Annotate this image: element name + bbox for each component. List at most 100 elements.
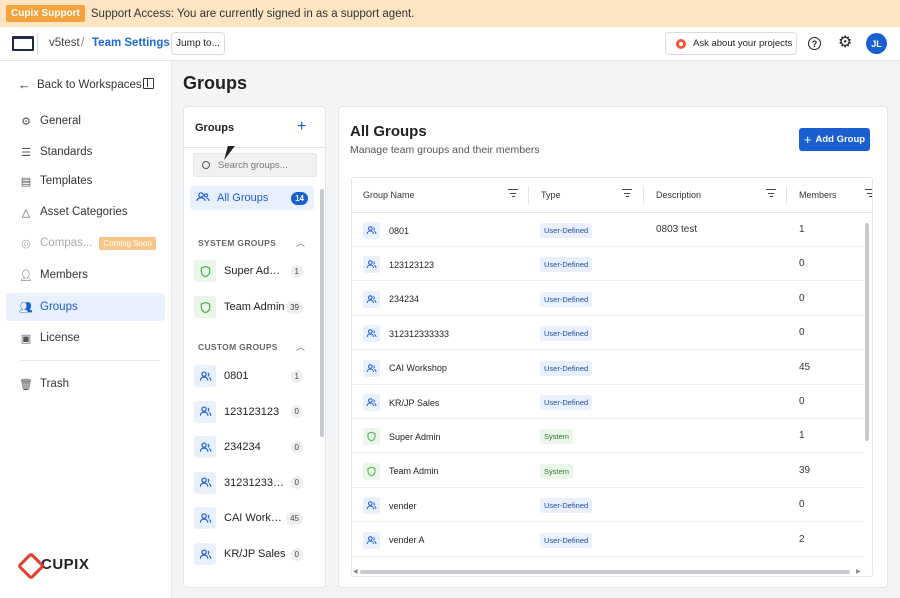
column-header-group-name[interactable]: Group Name xyxy=(363,190,415,200)
sidebar-item-asset-categories[interactable]: △ Asset Categories xyxy=(6,198,165,226)
group-name: vender A xyxy=(389,535,425,546)
help-icon[interactable]: ? xyxy=(808,37,821,50)
table-row[interactable]: 0801 User-Defined 0803 test 1 xyxy=(352,213,864,247)
add-group-plus-icon[interactable]: + xyxy=(297,118,306,136)
members-cell: 1 xyxy=(799,430,805,442)
members-cell: 0 xyxy=(799,327,805,339)
sidebar-item-general[interactable]: ⚙ General xyxy=(6,107,165,135)
chevron-up-icon[interactable]: ︿ xyxy=(296,340,305,353)
group-list-item[interactable]: Team Admin 39 xyxy=(194,294,309,320)
filter-icon[interactable] xyxy=(865,189,872,198)
group-list-item[interactable]: 312312333333 0 xyxy=(194,470,309,496)
group-name: KR/JP Sales xyxy=(389,397,440,408)
group-member-count: 39 xyxy=(286,300,303,314)
users-icon xyxy=(363,497,380,515)
cupix-mark-icon xyxy=(20,555,38,573)
divider xyxy=(184,147,325,148)
group-list-item[interactable]: KR/JP Sales 0 xyxy=(194,541,309,567)
card-subtitle: Manage team groups and their members xyxy=(350,144,540,156)
sidebar-item-templates[interactable]: ▤ Templates xyxy=(6,167,165,195)
sidebar-item-label: Compas... xyxy=(40,237,93,249)
group-search-box[interactable] xyxy=(193,153,317,177)
table-header: Group Name Type Description Members xyxy=(352,178,872,213)
breadcrumb-workspace[interactable]: v5test xyxy=(49,37,80,49)
column-header-type[interactable]: Type xyxy=(541,190,561,200)
group-list-item[interactable]: 0801 1 xyxy=(194,363,309,389)
group-list-item[interactable]: Super Admin 1 xyxy=(194,258,309,284)
column-divider[interactable] xyxy=(643,186,644,205)
column-divider[interactable] xyxy=(528,186,529,205)
group-member-count: 1 xyxy=(290,264,303,278)
users-icon xyxy=(363,394,380,411)
jump-to-button[interactable]: Jump to... xyxy=(171,32,225,55)
table-row[interactable]: Super Admin System 1 xyxy=(352,419,864,454)
column-header-members[interactable]: Members xyxy=(799,190,837,200)
settings-gear-icon[interactable]: ⚙ xyxy=(838,35,852,51)
back-to-workspaces-link[interactable]: ← Back to Workspaces xyxy=(18,77,142,92)
table-row[interactable]: Team Admin System 39 xyxy=(352,454,864,488)
table-row[interactable]: 312312333333 User-Defined 0 xyxy=(352,316,864,351)
group-name: 123123123 xyxy=(389,259,435,270)
avatar[interactable]: JL xyxy=(866,33,887,54)
back-label: Back to Workspaces xyxy=(37,78,142,91)
column-header-description[interactable]: Description xyxy=(656,190,701,200)
users-icon xyxy=(363,531,380,549)
type-badge: System xyxy=(540,429,574,445)
sidebar-item-standards[interactable]: ☰ Standards xyxy=(6,138,165,166)
sidebar-item-members[interactable]: 👤︎ Members xyxy=(6,261,165,289)
table-row[interactable]: vender A User-Defined 2 xyxy=(352,523,864,557)
members-cell: 0 xyxy=(799,258,805,270)
sliders-icon: ☰ xyxy=(21,146,31,159)
app-logo-icon[interactable] xyxy=(12,36,34,51)
groups-scrollbar[interactable] xyxy=(320,189,324,437)
users-icon xyxy=(363,325,380,343)
filter-icon[interactable] xyxy=(766,189,776,198)
group-list-item[interactable]: CAI Workshop45 xyxy=(194,505,309,531)
sidebar-item-trash[interactable]: 🗑︎ Trash xyxy=(6,370,165,398)
sidebar-item-compass: ◎ Compas... Coming Soon xyxy=(6,229,165,257)
group-name: KR/JP Sales xyxy=(224,548,286,560)
users-icon xyxy=(194,436,216,459)
group-list-item[interactable]: 234234 0 xyxy=(194,434,309,460)
filter-icon[interactable] xyxy=(508,189,518,198)
filter-icon[interactable] xyxy=(622,189,632,198)
table-vertical-scrollbar[interactable] xyxy=(865,223,869,441)
add-group-button[interactable]: + Add Group xyxy=(799,128,870,151)
table-row[interactable]: KR/JP Sales User-Defined 0 xyxy=(352,385,864,419)
collapse-sidebar-icon[interactable] xyxy=(143,78,154,89)
scroll-left-icon[interactable]: ◀ xyxy=(353,568,358,575)
table-row[interactable]: 123123123 User-Defined 0 xyxy=(352,247,864,282)
table-row[interactable]: 234234 User-Defined 0 xyxy=(352,282,864,316)
group-member-count: 1 xyxy=(290,369,303,383)
group-list-item[interactable]: 123123123 0 xyxy=(194,399,309,425)
group-name-cell: vender A xyxy=(363,531,425,549)
coming-soon-badge: Coming Soon xyxy=(99,236,156,250)
group-member-count: 0 xyxy=(290,547,303,561)
users-icon xyxy=(194,543,216,565)
all-groups-count: 14 xyxy=(291,192,308,205)
arrow-left-icon: ← xyxy=(18,77,31,92)
sidebar-item-license[interactable]: ▣ License xyxy=(6,324,165,352)
ask-projects-button[interactable]: Ask about your projects xyxy=(665,32,797,55)
all-groups-card: All Groups Manage team groups and their … xyxy=(338,106,888,588)
type-badge: User-Defined xyxy=(540,291,593,307)
scroll-right-icon[interactable]: ▶ xyxy=(856,568,861,575)
sidebar-item-label: Trash xyxy=(40,378,69,390)
scrollbar-thumb[interactable] xyxy=(360,570,850,574)
group-name-cell: KR/JP Sales xyxy=(363,394,439,411)
add-group-label: Add Group xyxy=(815,134,866,145)
divider xyxy=(20,360,160,361)
sidebar-item-groups[interactable]: 👥︎ Groups xyxy=(6,293,165,321)
ask-projects-label: Ask about your projects xyxy=(693,38,793,49)
column-divider[interactable] xyxy=(786,186,787,205)
table-row[interactable]: vender User-Defined 0 xyxy=(352,488,864,523)
table-horizontal-scrollbar[interactable]: ◀ ▶ xyxy=(352,567,864,576)
table-row[interactable]: CAI Workshop User-Defined 45 xyxy=(352,351,864,385)
gear-icon: ⚙ xyxy=(21,115,31,128)
all-groups-item[interactable]: All Groups 14 xyxy=(190,186,314,210)
breadcrumb-separator: / xyxy=(81,37,85,49)
all-groups-label: All Groups xyxy=(217,192,269,204)
group-search-input[interactable] xyxy=(218,159,310,171)
members-cell: 0 xyxy=(799,396,805,407)
chevron-up-icon[interactable]: ︿ xyxy=(296,236,305,249)
